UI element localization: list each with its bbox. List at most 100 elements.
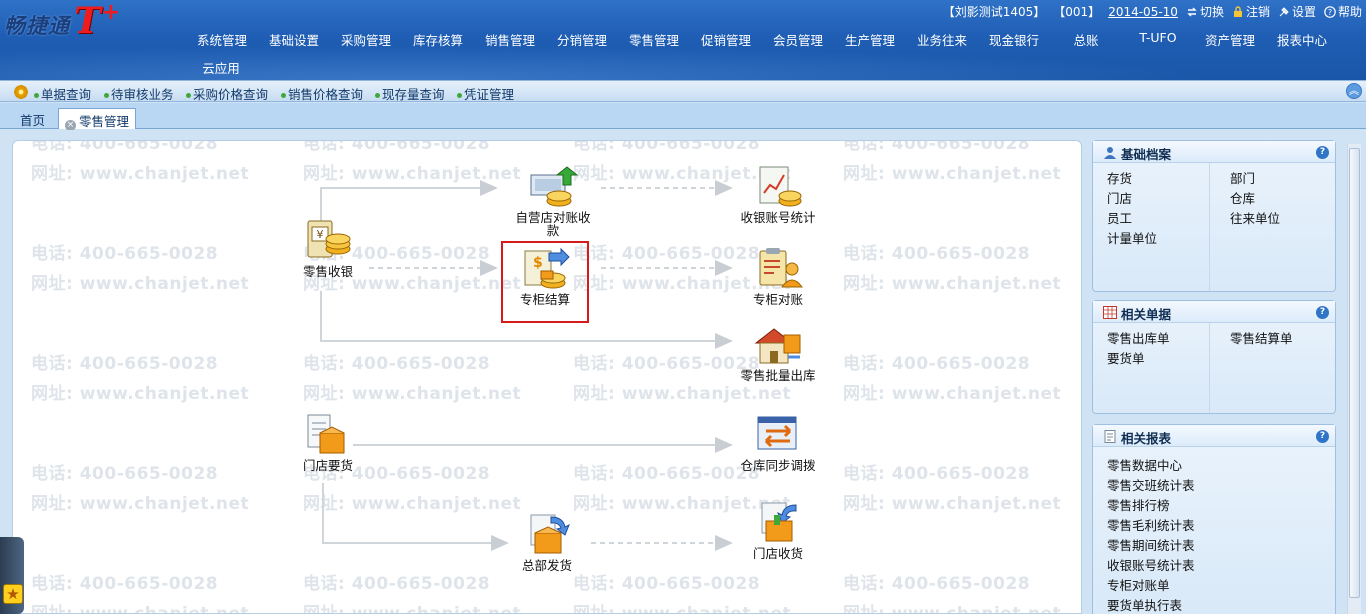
link-department[interactable]: 部门: [1230, 168, 1255, 187]
quick-stock-query[interactable]: 现存量查询: [375, 84, 445, 103]
node-store-receipt-label: 门店收货: [752, 546, 803, 561]
node-retail-cashier-label: 零售收银: [302, 264, 353, 279]
menu-general-ledger[interactable]: 总账: [1073, 30, 1098, 49]
scrollbar-thumb[interactable]: [1349, 148, 1360, 598]
quick-document-query[interactable]: 单据查询: [34, 84, 91, 103]
node-retail-batch-out[interactable]: 零售批量出库: [738, 323, 818, 382]
account-code: 【001】: [1053, 5, 1101, 19]
help-label: 帮助: [1337, 5, 1362, 19]
node-cashier-account-stats[interactable]: 收银账号统计: [738, 165, 818, 224]
link-period-report[interactable]: 零售期间统计表: [1107, 535, 1195, 554]
panel-title: 相关报表: [1121, 431, 1172, 446]
table-icon: [1103, 306, 1117, 319]
link-gross-profit-report[interactable]: 零售毛利统计表: [1107, 515, 1195, 534]
link-employee[interactable]: 员工: [1107, 208, 1132, 227]
link-shift-report[interactable]: 零售交班统计表: [1107, 475, 1195, 494]
menu-cash-bank[interactable]: 现金银行: [989, 30, 1039, 49]
main-menu: 系统管理 基础设置 采购管理 库存核算 销售管理 分销管理 零售管理 促销管理 …: [0, 30, 1366, 50]
panel-basic-archives: 基础档案 ? 存货 门店 员工 计量单位 部门 仓库 往来单位: [1092, 140, 1336, 292]
stats-icon: [752, 165, 804, 209]
link-requisition-execution[interactable]: 要货单执行表: [1107, 595, 1182, 614]
user-icon: [1104, 147, 1116, 159]
tab-bar: 首页 × 零售管理: [0, 103, 1366, 131]
quick-sales-price[interactable]: 销售价格查询: [281, 84, 363, 103]
link-cashier-account-report[interactable]: 收银账号统计表: [1107, 555, 1195, 574]
login-date[interactable]: 2014-05-10: [1108, 5, 1178, 19]
collapse-icon[interactable]: ︽: [1346, 83, 1362, 99]
menu-business-contacts[interactable]: 业务往来: [917, 30, 967, 49]
receipt-icon: [752, 501, 804, 545]
menu-assets[interactable]: 资产管理: [1205, 30, 1255, 49]
node-counter-recon[interactable]: 专柜对账: [738, 247, 818, 306]
tab-retail-management[interactable]: × 零售管理: [58, 108, 137, 131]
link-business-unit[interactable]: 往来单位: [1230, 208, 1280, 227]
gear-icon[interactable]: [13, 84, 29, 100]
link-unit[interactable]: 计量单位: [1107, 228, 1157, 247]
node-counter-recon-label: 专柜对账: [752, 292, 803, 307]
node-warehouse-sync-transfer-label: 仓库同步调拨: [740, 458, 816, 473]
dot-icon: [457, 93, 462, 98]
link-counter-statement[interactable]: 专柜对账单: [1107, 575, 1170, 594]
counter-recon-icon: [752, 247, 804, 291]
node-store-receipt[interactable]: 门店收货: [738, 501, 818, 560]
menu-sales[interactable]: 销售管理: [485, 30, 535, 49]
logout-button[interactable]: 注销: [1232, 3, 1270, 20]
tab-home[interactable]: 首页: [14, 108, 51, 129]
quick-purchase-price[interactable]: 采购价格查询: [186, 84, 268, 103]
menu-t-ufo[interactable]: T-UFO: [1139, 30, 1176, 45]
menu-report-center[interactable]: 报表中心: [1277, 30, 1327, 49]
star-icon[interactable]: ★: [3, 584, 23, 604]
help-button[interactable]: ? 帮助: [1324, 3, 1362, 20]
settings-button[interactable]: 设置: [1278, 3, 1316, 20]
help-icon: ?: [1324, 5, 1336, 18]
node-store-requisition[interactable]: 门店要货: [288, 413, 368, 472]
panel-related-documents: 相关单据 ? 零售出库单 要货单 零售结算单: [1092, 300, 1336, 414]
menu-basic-settings[interactable]: 基础设置: [269, 30, 319, 49]
link-warehouse[interactable]: 仓库: [1230, 188, 1255, 207]
help-icon[interactable]: ?: [1316, 306, 1329, 319]
menu-purchase[interactable]: 采购管理: [341, 30, 391, 49]
dot-icon: [34, 93, 39, 98]
link-retail-data-center[interactable]: 零售数据中心: [1107, 455, 1182, 474]
panel-header: 相关报表 ?: [1093, 425, 1335, 447]
menu-production[interactable]: 生产管理: [845, 30, 895, 49]
link-requisition-order[interactable]: 要货单: [1107, 348, 1145, 367]
svg-text:¥: ¥: [317, 228, 324, 241]
main-content: 电话: 400-665-0028 网址: www.chanjet.net 电话: 4…: [0, 130, 1366, 614]
panel-body: 零售数据中心 零售交班统计表 零售排行榜 零售毛利统计表 零售期间统计表 收银账…: [1093, 447, 1335, 613]
requisition-icon: [302, 413, 354, 457]
link-retail-ranking[interactable]: 零售排行榜: [1107, 495, 1170, 514]
quick-document-query-label: 单据查询: [41, 87, 92, 102]
menu-system[interactable]: 系统管理: [197, 30, 247, 49]
quick-sales-price-label: 销售价格查询: [288, 87, 364, 102]
link-store[interactable]: 门店: [1107, 188, 1132, 207]
node-cashier-account-stats-label: 收银账号统计: [740, 210, 816, 225]
quick-pending-approval[interactable]: 待审核业务: [104, 84, 174, 103]
menu-promotion[interactable]: 促销管理: [701, 30, 751, 49]
link-inventory[interactable]: 存货: [1107, 168, 1132, 187]
menu-retail[interactable]: 零售管理: [629, 30, 679, 49]
help-icon[interactable]: ?: [1316, 146, 1329, 159]
menu-inventory[interactable]: 库存核算: [413, 30, 463, 49]
vertical-scrollbar[interactable]: [1347, 144, 1361, 614]
quick-voucher-management[interactable]: 凭证管理: [457, 84, 514, 103]
warehouse-out-icon: [752, 323, 804, 367]
help-icon[interactable]: ?: [1316, 430, 1329, 443]
node-store-requisition-label: 门店要货: [302, 458, 353, 473]
link-retail-settlement[interactable]: 零售结算单: [1230, 328, 1293, 347]
dot-icon: [281, 93, 286, 98]
dot-icon: [186, 93, 191, 98]
node-hq-shipment[interactable]: 总部发货: [507, 513, 587, 572]
node-warehouse-sync-transfer[interactable]: 仓库同步调拨: [738, 413, 818, 472]
menu-cloud-apps[interactable]: 云应用: [202, 58, 240, 77]
logout-label: 注销: [1245, 5, 1270, 19]
node-self-store-recon[interactable]: 自营店对账收款: [513, 165, 593, 237]
menu-member[interactable]: 会员管理: [773, 30, 823, 49]
switch-button[interactable]: 切换: [1186, 3, 1224, 20]
node-counter-settlement-label: 专柜结算: [519, 292, 570, 307]
link-retail-outbound[interactable]: 零售出库单: [1107, 328, 1170, 347]
divider: [1209, 163, 1210, 291]
node-retail-cashier[interactable]: ¥ 零售收银: [288, 219, 368, 278]
menu-distribution[interactable]: 分销管理: [557, 30, 607, 49]
node-counter-settlement[interactable]: $ 专柜结算: [501, 241, 589, 323]
